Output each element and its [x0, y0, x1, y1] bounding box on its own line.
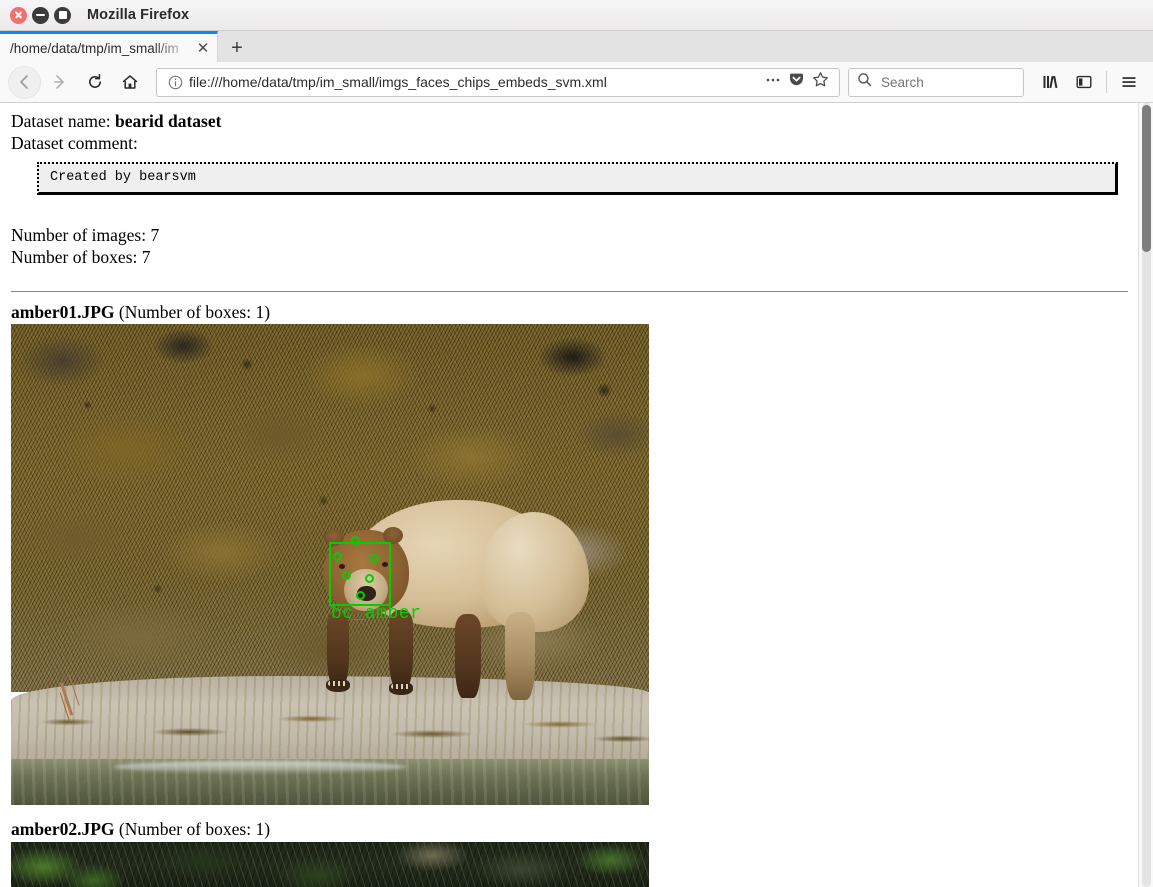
- tab-active[interactable]: /home/data/tmp/im_small/im ✕: [0, 31, 218, 62]
- info-circle-icon: [168, 75, 182, 89]
- window-controls: [10, 6, 71, 24]
- dataset-comment-box: Created by bearsvm: [37, 162, 1118, 196]
- forward-button[interactable]: [43, 66, 76, 99]
- hamburger-menu-icon: [1122, 77, 1136, 87]
- image-heading-1: amber01.JPG (Number of boxes: 1): [11, 302, 1153, 323]
- url-bar[interactable]: file:///home/data/tmp/im_small/imgs_face…: [156, 67, 840, 97]
- pocket-save-icon: [790, 73, 803, 86]
- dataset-name-label: Dataset name:: [11, 111, 111, 131]
- back-button[interactable]: [8, 65, 41, 99]
- number-of-boxes: Number of boxes: 7: [11, 247, 151, 268]
- navigation-toolbar: file:///home/data/tmp/im_small/imgs_face…: [0, 62, 1153, 103]
- magnifier-icon: [858, 73, 872, 87]
- xml-report-page: Dataset name: bearid dataset Dataset com…: [0, 103, 1153, 887]
- bear-rump: [481, 512, 589, 633]
- section-divider: [11, 290, 1128, 292]
- bear-hind-leg: [505, 612, 535, 701]
- pocket-icon[interactable]: [788, 71, 805, 93]
- image-heading-2: amber02.JPG (Number of boxes: 1): [11, 819, 1153, 840]
- ellipsis-icon: [766, 78, 780, 81]
- firefox-window: Mozilla Firefox /home/data/tmp/im_small/…: [0, 0, 1153, 887]
- image-amber01[interactable]: bc_amber: [11, 324, 649, 806]
- dataset-name-line: Dataset name: bearid dataset: [11, 111, 1153, 132]
- image-amber02[interactable]: [11, 842, 649, 887]
- new-tab-button[interactable]: +: [218, 33, 256, 62]
- bear-paw-front: [326, 679, 350, 693]
- maximize-window-button[interactable]: [54, 6, 71, 24]
- url-text: file:///home/data/tmp/im_small/imgs_face…: [189, 74, 607, 90]
- number-of-images: Number of images: 7: [11, 225, 160, 246]
- search-input[interactable]: [879, 73, 999, 91]
- home-button[interactable]: [113, 66, 146, 99]
- image-box-count: (Number of boxes: 1): [118, 301, 271, 322]
- library-button[interactable]: [1034, 67, 1066, 97]
- tab-strip: /home/data/tmp/im_small/im ✕ +: [0, 31, 1153, 62]
- back-arrow-icon: [19, 75, 28, 89]
- counts-block: Number of images: 7 Number of boxes: 7: [11, 225, 1153, 267]
- image-filename: amber02.JPG: [11, 819, 115, 840]
- sidebar-button[interactable]: [1068, 67, 1100, 97]
- bear-rear-leg: [455, 614, 481, 699]
- annotation-label: bc_amber: [331, 604, 422, 625]
- image-filename: amber01.JPG: [11, 301, 115, 322]
- close-window-button[interactable]: [10, 6, 27, 24]
- photo-forest-brush: [11, 842, 649, 887]
- reload-button[interactable]: [78, 66, 111, 99]
- search-bar[interactable]: [848, 67, 1024, 97]
- site-info-icon[interactable]: [165, 75, 185, 90]
- sidebar-panel-icon: [1076, 75, 1092, 89]
- forward-arrow-icon: [53, 75, 64, 89]
- dataset-name-value: bearid dataset: [114, 111, 222, 131]
- app-menu-button[interactable]: [1113, 67, 1145, 97]
- tab-label: /home/data/tmp/im_small/im: [10, 40, 179, 56]
- home-icon: [122, 75, 137, 89]
- vertical-scrollbar[interactable]: [1138, 103, 1153, 887]
- bookmark-star-icon[interactable]: [812, 71, 829, 93]
- url-action-icons: [761, 71, 835, 93]
- content-area: Dataset name: bearid dataset Dataset com…: [0, 103, 1153, 887]
- minimize-window-button[interactable]: [32, 6, 49, 24]
- page-actions-icon[interactable]: [765, 72, 781, 93]
- scrollbar-thumb[interactable]: [1142, 105, 1151, 252]
- image-box-count: (Number of boxes: 1): [118, 819, 271, 840]
- title-bar: Mozilla Firefox: [0, 0, 1153, 31]
- toolbar-end-group: [1034, 67, 1145, 97]
- toolbar-separator: [1106, 71, 1107, 93]
- dataset-comment-label: Dataset comment:: [11, 132, 138, 153]
- window-title: Mozilla Firefox: [87, 7, 190, 23]
- search-icon: [857, 72, 872, 92]
- bear-paw-second: [389, 682, 413, 696]
- close-tab-icon[interactable]: ✕: [193, 38, 213, 58]
- library-books-icon: [1043, 75, 1058, 89]
- star-icon: [813, 72, 828, 87]
- reload-icon: [88, 74, 101, 88]
